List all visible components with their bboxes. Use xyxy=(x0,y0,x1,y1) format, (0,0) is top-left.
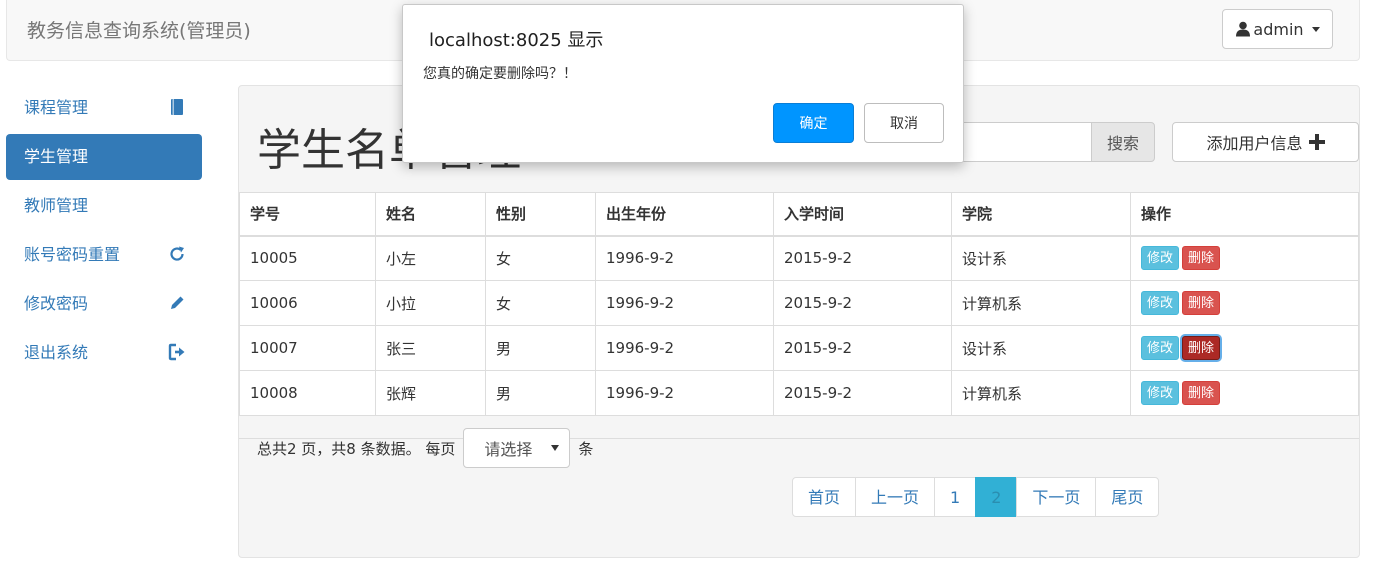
page-prev[interactable]: 上一页 xyxy=(855,477,936,517)
cell-gender: 男 xyxy=(485,325,596,371)
chevron-down-icon xyxy=(551,445,560,451)
delete-button[interactable]: 删除 xyxy=(1182,246,1221,271)
edit-button[interactable]: 修改 xyxy=(1141,246,1180,271)
search-input[interactable] xyxy=(959,122,1091,162)
cell-birth-year: 1996-9-2 xyxy=(595,325,774,371)
delete-button[interactable]: 删除 xyxy=(1182,336,1221,360)
cell-gender: 女 xyxy=(485,235,596,281)
sidebar-item-teachers[interactable]: 教师管理 xyxy=(6,183,202,229)
page-size-select[interactable]: 请选择 xyxy=(463,428,571,468)
sidebar-item-label: 课程管理 xyxy=(24,98,89,117)
user-icon xyxy=(1236,21,1251,37)
confirm-cancel-button[interactable]: 取消 xyxy=(864,103,944,143)
dialog-title: localhost:8025 显示 xyxy=(429,30,604,51)
pencil-icon xyxy=(171,296,184,309)
cell-college: 设计系 xyxy=(951,325,1131,371)
page-first[interactable]: 首页 xyxy=(792,477,857,517)
student-table: 学号 姓名 性别 出生年份 入学时间 学院 操作 10005 小左 女 1996… xyxy=(239,192,1359,416)
sidebar-item-label: 学生管理 xyxy=(24,147,89,166)
page-1[interactable]: 1 xyxy=(934,477,977,517)
cell-name: 张三 xyxy=(375,325,486,371)
sidebar: 课程管理 学生管理 教师管理 账号密码重置 修改密码 退出系统 xyxy=(6,85,202,379)
sidebar-item-change-password[interactable]: 修改密码 xyxy=(6,281,202,327)
header-name: 姓名 xyxy=(375,192,486,237)
cell-enroll-date: 2015-9-2 xyxy=(773,235,952,281)
cell-birth-year: 1996-9-2 xyxy=(595,370,774,416)
add-user-button[interactable]: 添加用户信息 xyxy=(1172,122,1359,162)
cell-college: 设计系 xyxy=(951,235,1131,281)
page-next[interactable]: 下一页 xyxy=(1016,477,1097,517)
refresh-icon xyxy=(170,246,184,261)
plus-icon xyxy=(1308,134,1325,150)
cell-gender: 男 xyxy=(485,370,596,416)
cell-actions: 修改 删除 xyxy=(1130,280,1359,326)
logout-icon xyxy=(168,343,185,361)
header-gender: 性别 xyxy=(485,192,596,237)
cell-enroll-date: 2015-9-2 xyxy=(773,370,952,416)
cell-college: 计算机系 xyxy=(951,370,1131,416)
header-actions: 操作 xyxy=(1130,192,1359,237)
edit-button[interactable]: 修改 xyxy=(1141,291,1180,315)
cell-enroll-date: 2015-9-2 xyxy=(773,325,952,371)
header-enroll-date: 入学时间 xyxy=(773,192,952,237)
edit-button[interactable]: 修改 xyxy=(1141,336,1180,360)
user-menu-button[interactable]: admin xyxy=(1222,9,1333,49)
cell-actions: 修改 删除 xyxy=(1130,370,1359,416)
book-icon xyxy=(171,99,183,115)
cell-birth-year: 1996-9-2 xyxy=(595,280,774,326)
sidebar-item-label: 教师管理 xyxy=(24,196,89,215)
cell-name: 张辉 xyxy=(375,370,486,416)
sidebar-item-label: 修改密码 xyxy=(24,294,89,313)
confirm-dialog: localhost:8025 显示 您真的确定要删除吗？！ 确定 取消 xyxy=(402,4,964,163)
edit-button[interactable]: 修改 xyxy=(1141,381,1180,405)
cell-actions: 修改 删除 xyxy=(1130,325,1359,371)
table-row: 10006 小拉 女 1996-9-2 2015-9-2 计算机系 修改 删除 xyxy=(239,280,1359,326)
cell-birth-year: 1996-9-2 xyxy=(595,235,774,281)
pager-info: 总共2 页，共8 条数据。 每页 请选择 条 xyxy=(257,428,593,468)
delete-button[interactable]: 删除 xyxy=(1182,381,1221,405)
sidebar-item-reset-password[interactable]: 账号密码重置 xyxy=(6,232,202,278)
pagination: 首页 上一页 1 2 下一页 尾页 xyxy=(792,477,1160,517)
table-header-row: 学号 姓名 性别 出生年份 入学时间 学院 操作 xyxy=(239,192,1359,237)
sidebar-item-label: 退出系统 xyxy=(24,343,89,362)
sidebar-item-students[interactable]: 学生管理 xyxy=(6,134,202,180)
cell-enroll-date: 2015-9-2 xyxy=(773,280,952,326)
search-group: 搜索 xyxy=(959,122,1155,162)
cell-student-id: 10007 xyxy=(239,325,376,371)
sidebar-item-courses[interactable]: 课程管理 xyxy=(6,85,202,131)
sidebar-item-logout[interactable]: 退出系统 xyxy=(6,330,202,376)
cell-gender: 女 xyxy=(485,280,596,326)
pager-summary: 总共2 页，共8 条数据。 每页 xyxy=(257,439,456,458)
search-button[interactable]: 搜索 xyxy=(1091,122,1155,162)
app-title: 教务信息查询系统(管理员) xyxy=(27,20,251,42)
cell-student-id: 10008 xyxy=(239,370,376,416)
cell-actions: 修改 删除 xyxy=(1130,235,1359,281)
sidebar-item-label: 账号密码重置 xyxy=(24,245,121,264)
confirm-ok-button[interactable]: 确定 xyxy=(773,103,854,143)
delete-button[interactable]: 删除 xyxy=(1182,291,1221,315)
cell-name: 小拉 xyxy=(375,280,486,326)
pager-unit: 条 xyxy=(578,439,594,458)
dialog-message: 您真的确定要删除吗？！ xyxy=(423,66,577,82)
table-row: 10008 张辉 男 1996-9-2 2015-9-2 计算机系 修改 删除 xyxy=(239,370,1359,416)
header-student-id: 学号 xyxy=(239,192,376,237)
page-size-value: 请选择 xyxy=(484,440,533,459)
table-row: 10007 张三 男 1996-9-2 2015-9-2 设计系 修改 删除 xyxy=(239,325,1359,371)
cell-student-id: 10006 xyxy=(239,280,376,326)
header-college: 学院 xyxy=(951,192,1131,237)
user-name: admin xyxy=(1253,19,1304,39)
header-birth-year: 出生年份 xyxy=(595,192,774,237)
cell-college: 计算机系 xyxy=(951,280,1131,326)
page-2[interactable]: 2 xyxy=(975,477,1018,517)
page-last[interactable]: 尾页 xyxy=(1095,477,1160,517)
cell-student-id: 10005 xyxy=(239,235,376,281)
table-row: 10005 小左 女 1996-9-2 2015-9-2 设计系 修改 删除 xyxy=(239,235,1359,281)
chevron-down-icon xyxy=(1311,26,1320,32)
add-user-label: 添加用户信息 xyxy=(1206,134,1303,153)
cell-name: 小左 xyxy=(375,235,486,281)
